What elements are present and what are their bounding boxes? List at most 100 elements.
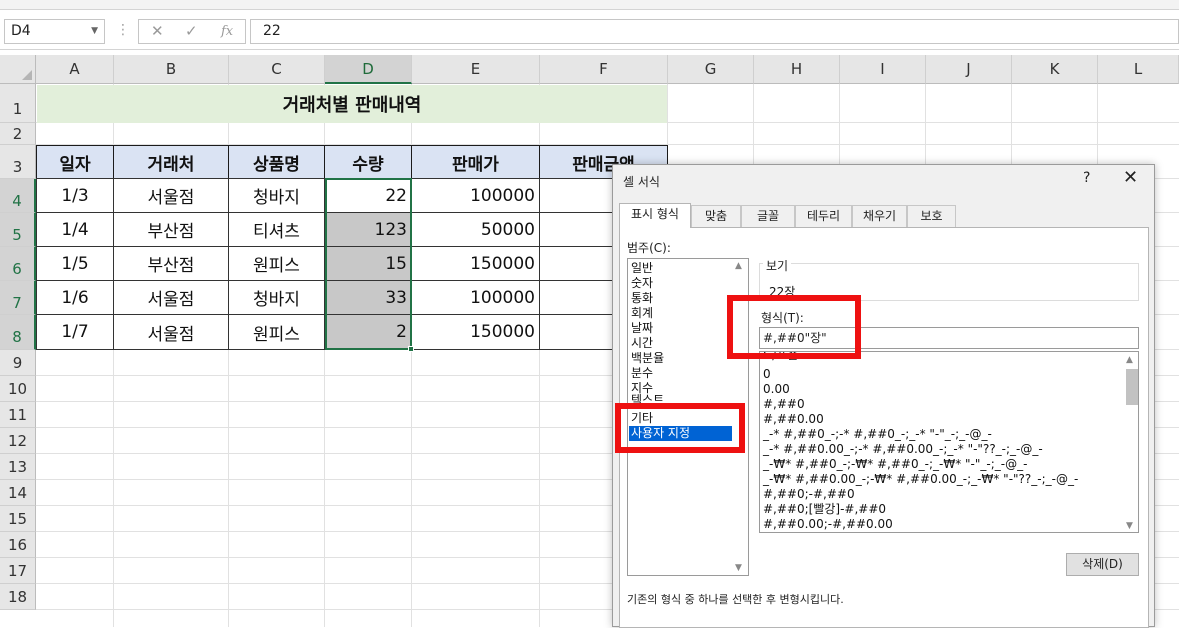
table-cell[interactable]: 원피스 (228, 246, 325, 281)
table-cell[interactable]: 100000 (411, 280, 540, 315)
list-item[interactable]: _-₩* #,##0.00_-;-₩* #,##0.00_-;_-₩* "-"?… (763, 472, 1078, 487)
table-cell[interactable]: 1/3 (36, 178, 114, 213)
table-cell[interactable]: 1/6 (36, 280, 114, 315)
chevron-down-icon[interactable]: ▼ (91, 20, 98, 43)
row-header-10[interactable]: 10 (0, 376, 36, 402)
header-cell-date[interactable]: 일자 (36, 145, 114, 179)
list-item[interactable]: 텍스트 (631, 393, 664, 408)
header-cell-client[interactable]: 거래처 (113, 145, 229, 179)
table-cell[interactable]: 티셔츠 (228, 212, 325, 247)
column-header-e[interactable]: E (412, 55, 540, 84)
row-header-17[interactable]: 17 (0, 558, 36, 584)
list-item[interactable]: _-₩* #,##0_-;-₩* #,##0_-;_-₩* "-"_-;_-@_… (763, 457, 1027, 472)
list-item[interactable]: 일반 (631, 261, 653, 276)
row-header-15[interactable]: 15 (0, 506, 36, 532)
list-item[interactable]: _-* #,##0_-;-* #,##0_-;_-* "-"_-;_-@_- (763, 427, 992, 442)
row-header-16[interactable]: 16 (0, 532, 36, 558)
column-header-k[interactable]: K (1012, 55, 1098, 84)
column-header-c[interactable]: C (229, 55, 325, 84)
format-code-input[interactable]: #,##0"장" (759, 327, 1139, 349)
list-item[interactable]: 날짜 (631, 321, 653, 336)
table-cell[interactable]: 청바지 (228, 280, 325, 315)
row-header-7[interactable]: 7 (0, 281, 36, 315)
list-item[interactable]: 시간 (631, 336, 653, 351)
category-list[interactable]: 일반 숫자 통화 회계 날짜 시간 백분율 분수 지수 텍스트 기타 사용자 지… (627, 258, 749, 576)
list-item-selected[interactable]: 사용자 지정 (629, 426, 733, 441)
list-item[interactable]: 분수 (631, 366, 653, 381)
list-item[interactable]: #,##0.00;-#,##0.00 (763, 517, 893, 532)
table-cell[interactable]: 150000 (411, 314, 540, 350)
list-item[interactable]: 백분율 (631, 351, 664, 366)
column-header-i[interactable]: I (840, 55, 926, 84)
enter-icon[interactable]: ✓ (185, 22, 198, 40)
column-header-d[interactable]: D (325, 55, 412, 84)
column-header-h[interactable]: H (754, 55, 840, 84)
table-cell[interactable]: 150000 (411, 246, 540, 281)
fill-handle[interactable] (408, 346, 414, 352)
delete-button[interactable]: 삭제(D) (1066, 553, 1139, 576)
tab-alignment[interactable]: 맞춤 (691, 205, 741, 227)
table-cell-active[interactable]: 22 (324, 178, 412, 213)
sheet-title-cell[interactable]: 거래처별 판매내역 (37, 85, 667, 123)
row-header-6[interactable]: 6 (0, 247, 36, 281)
list-item[interactable]: 기타 (631, 411, 653, 426)
insert-function-icon[interactable]: fx (221, 24, 233, 39)
table-cell[interactable]: 2 (324, 314, 412, 350)
tab-font[interactable]: 글꼴 (741, 205, 795, 227)
tab-protection[interactable]: 보호 (907, 205, 956, 227)
list-item[interactable]: #,##0 (763, 397, 805, 412)
list-item[interactable]: 0.00 (763, 382, 790, 397)
name-box[interactable]: D4 ▼ (4, 19, 105, 44)
table-cell[interactable]: 원피스 (228, 314, 325, 350)
list-item[interactable]: #,##0;[빨강]-#,##0 (763, 502, 886, 517)
more-icon[interactable]: ⋮ (116, 22, 130, 38)
row-header-4[interactable]: 4 (0, 179, 36, 213)
column-header-b[interactable]: B (114, 55, 229, 84)
row-header-12[interactable]: 12 (0, 428, 36, 454)
list-item[interactable]: #,##0;-#,##0 (763, 487, 855, 502)
table-cell[interactable]: 1/7 (36, 314, 114, 350)
row-header-18[interactable]: 18 (0, 584, 36, 610)
row-header-2[interactable]: 2 (0, 123, 36, 145)
row-header-11[interactable]: 11 (0, 402, 36, 428)
select-all-button[interactable] (0, 55, 36, 84)
tab-fill[interactable]: 채우기 (852, 205, 907, 227)
table-cell[interactable]: 부산점 (113, 246, 229, 281)
category-scrollbar[interactable]: ▲ ▼ (732, 259, 748, 575)
row-header-3[interactable]: 3 (0, 145, 36, 179)
scroll-down-icon[interactable]: ▼ (735, 563, 742, 573)
list-item[interactable]: 통화 (631, 291, 653, 306)
scroll-up-icon[interactable]: ▲ (1126, 355, 1133, 365)
format-code-list[interactable]: G/표준 0 0.00 #,##0 #,##0.00 _-* #,##0_-;-… (759, 351, 1139, 533)
table-cell[interactable]: 서울점 (113, 178, 229, 213)
column-header-f[interactable]: F (540, 55, 668, 84)
tab-border[interactable]: 테두리 (795, 205, 852, 227)
close-icon[interactable]: ✕ (1123, 167, 1138, 188)
scroll-up-icon[interactable]: ▲ (735, 261, 742, 271)
list-item[interactable]: 숫자 (631, 276, 653, 291)
table-cell[interactable]: 서울점 (113, 280, 229, 315)
table-cell[interactable]: 1/5 (36, 246, 114, 281)
formula-input[interactable]: 22 (250, 19, 1179, 44)
table-cell[interactable]: 서울점 (113, 314, 229, 350)
header-cell-product[interactable]: 상품명 (228, 145, 325, 179)
table-cell[interactable]: 50000 (411, 212, 540, 247)
help-icon[interactable]: ? (1083, 170, 1090, 186)
column-header-l[interactable]: L (1098, 55, 1179, 84)
table-cell[interactable]: 1/4 (36, 212, 114, 247)
list-item[interactable]: G/표준 (763, 352, 798, 363)
row-header-5[interactable]: 5 (0, 213, 36, 247)
header-cell-price[interactable]: 판매가 (411, 145, 540, 179)
table-cell[interactable]: 100000 (411, 178, 540, 213)
column-header-g[interactable]: G (668, 55, 754, 84)
column-header-a[interactable]: A (36, 55, 114, 84)
list-item[interactable]: _-* #,##0.00_-;-* #,##0.00_-;_-* "-"??_-… (763, 442, 1043, 457)
table-cell[interactable]: 청바지 (228, 178, 325, 213)
scroll-thumb[interactable] (1126, 369, 1138, 405)
row-header-1[interactable]: 1 (0, 84, 36, 123)
row-header-9[interactable]: 9 (0, 350, 36, 376)
tab-number[interactable]: 표시 형식 (619, 203, 691, 228)
list-item[interactable]: #,##0.00 (763, 412, 824, 427)
header-cell-quantity[interactable]: 수량 (324, 145, 412, 179)
row-header-13[interactable]: 13 (0, 454, 36, 480)
